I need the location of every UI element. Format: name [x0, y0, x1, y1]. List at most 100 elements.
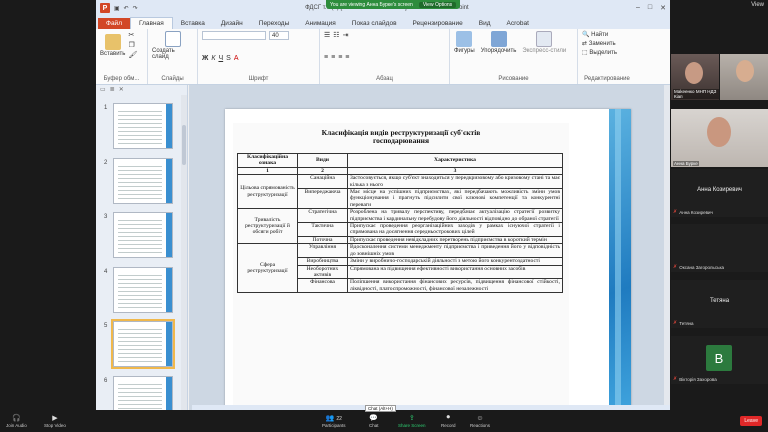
tab-file[interactable]: Файл [98, 18, 130, 29]
tab-insert[interactable]: Вставка [173, 18, 213, 29]
font-name-select[interactable] [202, 31, 266, 40]
mic-muted-icon: ✗ [673, 376, 678, 382]
bold-button[interactable]: Ж [202, 55, 208, 62]
slide-thumbnail[interactable] [113, 212, 173, 258]
chat-icon: 💬 [369, 415, 379, 422]
tab-design[interactable]: Дизайн [213, 18, 251, 29]
select-button[interactable]: ⬚ Выделить [582, 49, 632, 56]
participant-tile-5[interactable]: Тетяна ✗ Тетяна [671, 280, 768, 328]
copy-icon[interactable]: ❐ [128, 41, 137, 49]
tab-slideshow[interactable]: Показ слайдов [344, 18, 405, 29]
tab-transitions[interactable]: Переходы [251, 18, 298, 29]
join-audio-button[interactable]: 🎧 Join Audio [6, 414, 27, 428]
slide-thumbnail[interactable] [111, 319, 175, 369]
thumbs-scrollbar[interactable] [181, 95, 187, 410]
powerpoint-logo-icon: P [100, 3, 110, 13]
slide-thumbnail[interactable] [113, 376, 173, 410]
replace-button[interactable]: ⇄ Заменить [582, 40, 632, 47]
arrange-icon [490, 31, 507, 47]
tab-review[interactable]: Рецензирование [405, 18, 471, 29]
mic-muted-icon: ✗ [673, 320, 678, 326]
minimize-icon[interactable]: – [636, 4, 640, 12]
share-screen-icon: ⇪ [408, 415, 415, 422]
type-cell: Фінансова [297, 278, 348, 294]
slide-scrollbar[interactable] [664, 85, 670, 410]
table-number-cell: 3 [347, 166, 563, 176]
outline-tab-icon[interactable]: ≣ [110, 86, 115, 94]
font-color-icon[interactable]: A [234, 55, 239, 62]
express-styles-button[interactable]: Экспресс-стили [522, 31, 566, 54]
italic-button[interactable]: К [211, 55, 215, 62]
align-left-icon[interactable]: ≡ [324, 54, 328, 61]
participants-button[interactable]: 👥 22 Participants [322, 414, 346, 428]
cut-icon[interactable]: ✂ [128, 31, 137, 39]
replace-label: Заменить [588, 41, 616, 47]
participant-video-2[interactable] [720, 54, 768, 100]
table-number-cell: 1 [237, 166, 298, 176]
thumbnail-content [118, 217, 162, 253]
arrange-button[interactable]: Упорядочить [481, 31, 516, 54]
slide-editor-area: Класифікація видів реструктуризації суб'… [189, 85, 670, 410]
thumbnail-content [118, 108, 162, 144]
participant-tile-6[interactable]: B ✗ Вікторія Захорова [671, 336, 768, 384]
participant-tile-4[interactable]: ✗ Оксана Загорольська [671, 224, 768, 272]
table-header-cell: Класифікаційна ознака [237, 153, 298, 168]
slide-thumbnail[interactable] [113, 103, 173, 149]
paragraph-group-label: Абзац [376, 76, 393, 82]
slides-tab-icon[interactable]: ▭ [100, 86, 106, 94]
tab-animation[interactable]: Анимация [297, 18, 344, 29]
numbering-icon[interactable]: ☷ [333, 31, 339, 39]
participant-label: ✗ Оксана Загорольська [673, 264, 724, 270]
powerpoint-window: P ▣ ↶ ↷ ФДСГ т.7 (3) [Режим совместимост… [96, 0, 670, 410]
tab-acrobat[interactable]: Acrobat [499, 18, 537, 29]
leave-button[interactable]: Leave [740, 416, 762, 426]
reactions-label: Reactions [470, 422, 491, 428]
strike-button[interactable]: S [226, 55, 231, 62]
view-button[interactable]: View [751, 2, 764, 8]
participant-label: ✗ Тетяна [673, 320, 694, 326]
underline-button[interactable]: Ч [218, 55, 223, 62]
classification-sign-cell: Тривалість реструктуризації й обсяги роб… [237, 208, 298, 245]
undo-icon[interactable]: ↶ [124, 5, 129, 12]
tab-view[interactable]: Вид [471, 18, 499, 29]
participant-label-text: Вікторія Захорова [679, 376, 717, 382]
drawing-group-label: Рисование [498, 76, 529, 82]
chat-button[interactable]: 💬 Chat [369, 414, 379, 428]
align-right-icon[interactable]: ≡ [338, 54, 342, 61]
indent-icon[interactable]: ⇥ [343, 31, 349, 39]
stop-video-button[interactable]: ▶ Stop Video [44, 414, 66, 428]
slide-thumbnail[interactable] [113, 158, 173, 204]
find-button[interactable]: 🔍 Найти [582, 31, 632, 38]
tab-home[interactable]: Главная [129, 17, 173, 29]
shapes-button[interactable]: Фигуры [454, 31, 475, 54]
reactions-button[interactable]: ☺ Reactions [470, 415, 490, 428]
thumbnail-decoration [166, 322, 172, 366]
slide-table-image: Класифікація видів реструктуризації суб'… [233, 123, 569, 410]
table-header-row: Класифікаційна ознака Види Характеристика [237, 153, 563, 168]
create-slide-label: Создать слайд [152, 48, 175, 60]
bullets-icon[interactable]: ☰ [324, 31, 330, 39]
format-painter-icon[interactable]: 🖌 [128, 51, 137, 59]
slide-thumbnail[interactable] [113, 267, 173, 313]
close-icon[interactable]: ✕ [660, 4, 666, 12]
maximize-icon[interactable]: □ [648, 4, 652, 12]
save-icon[interactable]: ▣ [114, 5, 120, 12]
paste-button[interactable]: Вставить [100, 33, 125, 57]
thumbs-scroll-thumb[interactable] [182, 125, 186, 165]
font-size-select[interactable]: 40 [269, 31, 289, 40]
active-speaker-video[interactable]: Анна Бурке [671, 109, 768, 167]
share-screen-button[interactable]: ⇪ Share Screen [398, 414, 426, 428]
justify-icon[interactable]: ≡ [345, 54, 349, 61]
thumbnail-decoration [166, 104, 172, 148]
participant-tile-3[interactable]: Анна Козиревич ✗ Анна Козиревич [671, 169, 768, 217]
align-center-icon[interactable]: ≡ [331, 54, 335, 61]
current-slide[interactable]: Класифікація видів реструктуризації суб'… [225, 109, 631, 410]
record-button[interactable]: ⏺ Record [441, 414, 456, 428]
ribbon-group-drawing: Фигуры Упорядочить Экспресс-стили Рисова… [450, 29, 578, 84]
join-audio-label: Join Audio [6, 423, 27, 428]
create-slide-button[interactable]: Создать слайд [152, 31, 193, 60]
close-pane-icon[interactable]: ✕ [119, 86, 124, 94]
participant-video-1[interactable]: Маkеенко МНП НДЗ Кіап [671, 54, 719, 100]
view-options-button[interactable]: View Options [418, 1, 457, 8]
stop-video-label: Stop Video [44, 423, 66, 428]
